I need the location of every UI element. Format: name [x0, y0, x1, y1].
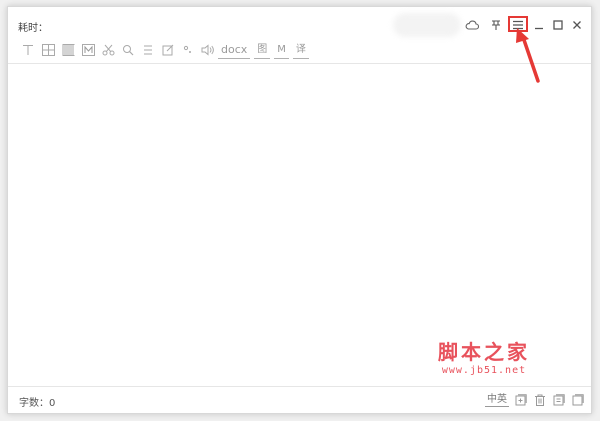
- formula-icon[interactable]: [78, 42, 98, 58]
- search-icon[interactable]: [118, 42, 138, 58]
- watermark: 脚本之家 www.jb51.net: [438, 340, 530, 378]
- word-count-label: 字数：0: [19, 398, 56, 409]
- align-icon[interactable]: [138, 42, 158, 58]
- text-area[interactable]: [8, 64, 591, 386]
- language-toggle[interactable]: 中英: [485, 394, 509, 407]
- m-button[interactable]: M: [274, 42, 289, 59]
- toolbar: docx 图 M 译: [18, 41, 313, 59]
- image-button[interactable]: 图: [254, 42, 271, 59]
- copy-icon[interactable]: [571, 393, 585, 407]
- status-bar: 字数：0 中英: [8, 387, 591, 413]
- close-icon[interactable]: [569, 18, 585, 32]
- elapsed-time-label: 耗时：: [18, 23, 48, 34]
- paste-icon[interactable]: [552, 393, 566, 407]
- table-icon[interactable]: [38, 42, 58, 58]
- degree-icon[interactable]: [178, 42, 198, 58]
- translate-button[interactable]: 译: [292, 42, 309, 59]
- copy-plus-icon[interactable]: [514, 393, 528, 407]
- docx-button[interactable]: docx: [218, 42, 251, 59]
- status-actions: 中英: [485, 393, 585, 407]
- blurred-region: [393, 13, 461, 37]
- title-bar: 耗时：: [8, 7, 591, 37]
- scissors-icon[interactable]: [98, 42, 118, 58]
- edit-icon[interactable]: [158, 42, 178, 58]
- pin-icon[interactable]: [488, 18, 504, 32]
- watermark-title: 脚本之家: [438, 340, 530, 364]
- red-arrow-annotation: [516, 28, 540, 83]
- speaker-icon[interactable]: [198, 42, 218, 58]
- text-icon[interactable]: [18, 42, 38, 58]
- watermark-url: www.jb51.net: [441, 365, 527, 376]
- maximize-icon[interactable]: [550, 18, 566, 32]
- trash-icon[interactable]: [533, 393, 547, 407]
- cloud-icon[interactable]: [464, 18, 480, 32]
- barcode-icon[interactable]: [58, 42, 78, 58]
